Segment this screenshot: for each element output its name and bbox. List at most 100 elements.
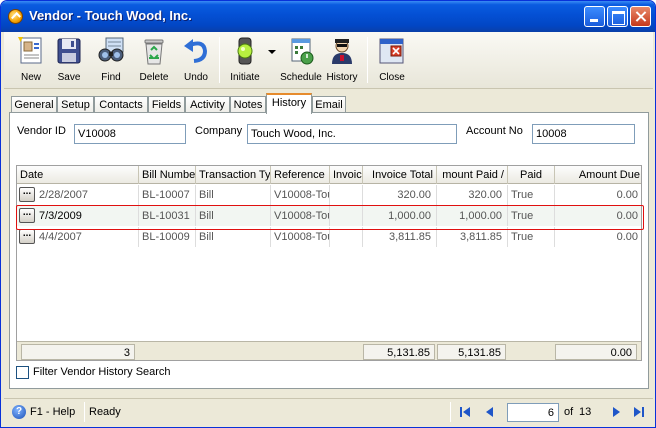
close-icon (379, 38, 404, 64)
cell-invoice (330, 227, 363, 247)
toolbar: New Save Find Delete Undo Initiate Sched… (4, 32, 653, 89)
cell-date-text: 2/28/2007 (39, 189, 88, 201)
vendor-id-field[interactable] (74, 124, 186, 144)
cell-reference: V10008-Tou (271, 227, 330, 247)
cell-amount-due: 0.00 (616, 231, 638, 243)
status-ready: Ready (89, 406, 121, 418)
footer-amount-paid: 5,131.85 (437, 344, 506, 360)
grid-header: Date Bill Number Transaction Ty Referenc… (17, 166, 641, 184)
table-row[interactable]: ... 4/4/2007 BL-10009 Bill V10008-Tou 3,… (17, 227, 641, 247)
close-button[interactable]: Close (370, 34, 414, 87)
vendor-id-label: Vendor ID (17, 125, 66, 137)
column-header-invoice[interactable]: Invoic (330, 166, 363, 184)
app-icon (8, 9, 23, 24)
window-close-button[interactable] (630, 6, 651, 27)
close-label: Close (379, 72, 405, 83)
title-bar[interactable]: Vendor - Touch Wood, Inc. (1, 1, 655, 32)
last-page-icon[interactable] (631, 404, 647, 420)
page-total: 13 (579, 406, 592, 418)
cell-invoice (330, 206, 363, 226)
cell-invoice (330, 185, 363, 205)
row-open-button[interactable]: ... (19, 208, 35, 223)
window-title: Vendor - Touch Wood, Inc. (29, 8, 192, 23)
cell-transaction-type: Bill (196, 227, 271, 247)
maximize-button[interactable] (607, 6, 628, 27)
history-button[interactable]: History (320, 34, 364, 87)
cell-paid: True (508, 227, 555, 247)
schedule-icon (291, 38, 314, 65)
account-no-label: Account No (466, 125, 523, 137)
column-header-paid[interactable]: Paid (508, 166, 555, 184)
table-row[interactable]: ... 2/28/2007 BL-10007 Bill V10008-Tou 3… (17, 185, 641, 205)
save-icon (57, 38, 81, 64)
status-separator (450, 402, 451, 422)
cell-amount-paid: 320.00 (437, 185, 508, 205)
help-icon[interactable]: ? (12, 405, 26, 419)
minimize-button[interactable] (584, 6, 605, 27)
undo-button[interactable]: Undo (174, 34, 218, 87)
cell-paid: True (508, 185, 555, 205)
column-header-reference[interactable]: Reference (271, 166, 330, 184)
column-header-amount-paid[interactable]: mount Paid / (437, 166, 508, 184)
cell-date-text: 4/4/2007 (39, 231, 82, 243)
cell-bill-number: BL-10009 (139, 227, 196, 247)
status-bar: ? F1 - Help Ready of 13 (4, 398, 653, 425)
delete-icon (144, 39, 164, 65)
column-header-date[interactable]: Date (17, 166, 139, 184)
cell-date: ... 2/28/2007 (17, 185, 139, 205)
footer-count: 3 (21, 344, 135, 360)
cell-date-text: 7/3/2009 (39, 210, 82, 222)
help-text[interactable]: F1 - Help (30, 406, 75, 418)
cell-bill-number: BL-10031 (139, 206, 196, 226)
previous-page-icon[interactable] (482, 404, 498, 420)
first-page-icon[interactable] (457, 404, 473, 420)
status-separator (84, 402, 85, 422)
grid-footer: 3 5,131.85 5,131.85 0.00 (17, 341, 641, 360)
row-open-button[interactable]: ... (19, 187, 35, 202)
cell-date: ... 7/3/2009 (17, 206, 139, 226)
filter-checkbox[interactable] (16, 366, 29, 379)
column-header-invoice-total[interactable]: Invoice Total (363, 166, 437, 184)
cell-date: ... 4/4/2007 (17, 227, 139, 247)
history-panel: Vendor ID Company Account No Date Bill N… (9, 112, 649, 389)
company-label: Company (195, 125, 243, 137)
cell-reference: V10008-Tou (271, 206, 330, 226)
initiate-dropdown-arrow-icon[interactable] (268, 50, 276, 54)
page-of-label: of (564, 406, 574, 418)
vendor-window: Vendor - Touch Wood, Inc. New Save Find … (0, 0, 656, 428)
company-field[interactable] (247, 124, 457, 144)
new-icon (18, 37, 42, 64)
initiate-button[interactable]: Initiate (223, 34, 267, 87)
history-icon (332, 39, 352, 64)
cell-transaction-type: Bill (196, 185, 271, 205)
cell-invoice-total: 3,811.85 (363, 227, 437, 247)
find-icon (98, 37, 124, 62)
next-page-icon[interactable] (608, 404, 624, 420)
cell-invoice-total: 320.00 (363, 185, 437, 205)
history-label: History (326, 72, 358, 83)
cell-bill-number: BL-10007 (139, 185, 196, 205)
initiate-label: Initiate (230, 72, 260, 83)
column-header-amount-due[interactable]: Amount Due (555, 166, 641, 184)
cell-invoice-total: 1,000.00 (363, 206, 437, 226)
cell-amount-paid: 1,000.00 (437, 206, 508, 226)
column-header-transaction-type[interactable]: Transaction Ty (196, 166, 271, 184)
tab-history[interactable]: History (266, 93, 312, 114)
column-header-bill-number[interactable]: Bill Number (139, 166, 196, 184)
undo-icon (184, 39, 208, 63)
row-open-button[interactable]: ... (19, 229, 35, 244)
footer-amount-due: 0.00 (555, 344, 637, 360)
cell-transaction-type: Bill (196, 206, 271, 226)
table-row[interactable]: ... 7/3/2009 BL-10031 Bill V10008-Tou 1,… (17, 206, 641, 226)
undo-label: Undo (184, 72, 208, 83)
cell-amount-due: 0.00 (616, 210, 638, 222)
filter-label[interactable]: Filter Vendor History Search (33, 366, 171, 378)
account-no-field[interactable] (532, 124, 635, 144)
cell-reference: V10008-Tou (271, 185, 330, 205)
cell-amount-due: 0.00 (616, 189, 638, 201)
cell-amount-paid: 3,811.85 (437, 227, 508, 247)
cell-paid: True (508, 206, 555, 226)
footer-invoice-total: 5,131.85 (363, 344, 435, 360)
initiate-icon (237, 37, 253, 65)
page-number-input[interactable] (507, 403, 559, 422)
